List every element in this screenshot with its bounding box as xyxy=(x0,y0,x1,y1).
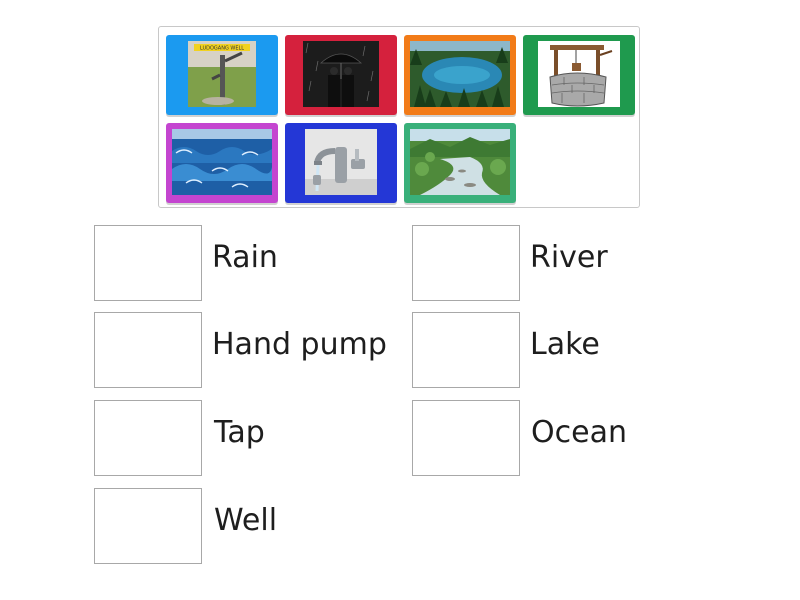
target-label-well: Well xyxy=(214,503,278,538)
people-with-umbrella-in-rain-picture xyxy=(303,41,379,107)
drop-slot-rain[interactable] xyxy=(94,225,202,301)
forest-lake-picture xyxy=(410,41,510,107)
hand-pump-sign-text: LUDOGANG WELL xyxy=(200,46,244,52)
ocean-picture-tile[interactable] xyxy=(166,123,278,203)
picture-tray: LUDOGANG WELL xyxy=(158,26,640,208)
river-picture-tile[interactable] xyxy=(404,123,516,203)
water-tap-picture xyxy=(305,129,377,195)
lake-picture-tile[interactable] xyxy=(404,35,516,115)
stone-well-picture xyxy=(538,41,620,107)
target-label-ocean: Ocean xyxy=(531,415,627,450)
drop-slot-ocean[interactable] xyxy=(412,400,520,476)
target-label-lake: Lake xyxy=(530,327,600,362)
drop-slot-river[interactable] xyxy=(412,225,520,301)
ocean-waves-picture xyxy=(172,129,272,195)
drop-slot-tap[interactable] xyxy=(94,400,202,476)
drop-slot-well[interactable] xyxy=(94,488,202,564)
target-label-hand-pump: Hand pump xyxy=(212,327,387,362)
target-label-rain: Rain xyxy=(212,240,278,275)
well-picture-tile[interactable] xyxy=(523,35,635,115)
target-label-river: River xyxy=(530,240,608,275)
target-label-tap: Tap xyxy=(214,415,265,450)
drop-slot-hand-pump[interactable] xyxy=(94,312,202,388)
tap-picture-tile[interactable] xyxy=(285,123,397,203)
hand-pump-picture: LUDOGANG WELL xyxy=(188,41,256,107)
rain-picture-tile[interactable] xyxy=(285,35,397,115)
drop-slot-lake[interactable] xyxy=(412,312,520,388)
hand-pump-picture-tile[interactable]: LUDOGANG WELL xyxy=(166,35,278,115)
mountain-river-picture xyxy=(410,129,510,195)
